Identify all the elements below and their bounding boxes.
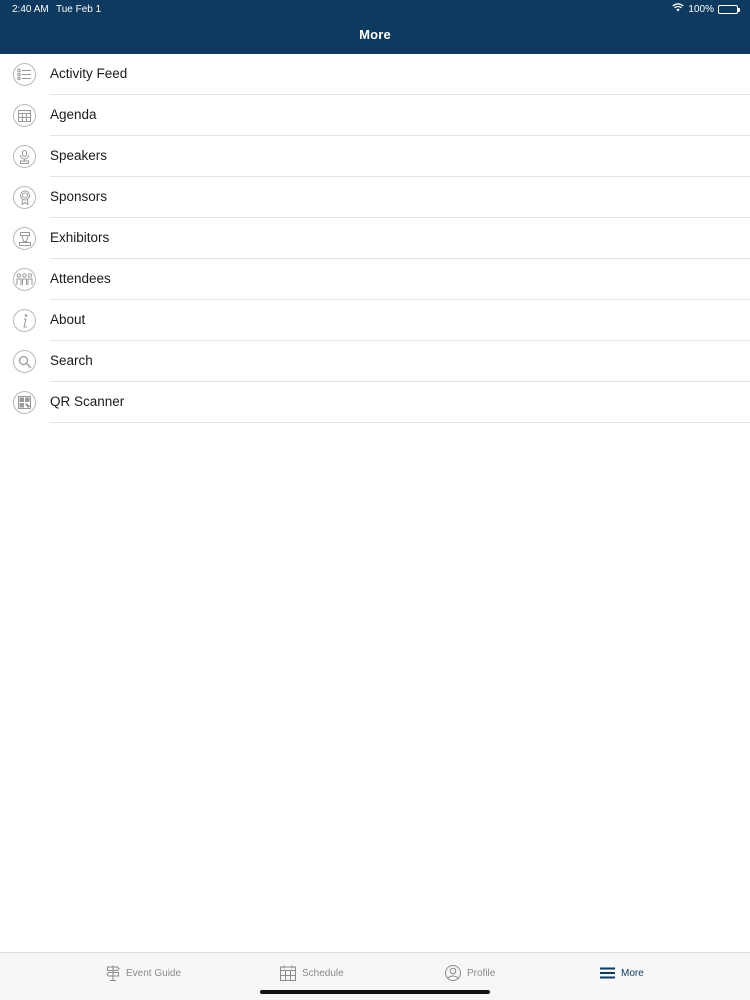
wifi-icon [672, 3, 685, 15]
profile-icon [445, 965, 461, 981]
menu-item-agenda[interactable]: Agenda [0, 95, 750, 136]
search-icon [13, 350, 36, 373]
tab-label: Event Guide [126, 967, 182, 979]
battery-icon [718, 4, 740, 14]
tab-more[interactable]: More [600, 963, 644, 983]
battery-percent: 100% [688, 3, 714, 15]
status-time: 2:40 AM [12, 4, 49, 15]
menu-item-label: Sponsors [50, 189, 108, 204]
tab-event-guide[interactable]: Event Guide [106, 963, 181, 983]
tab-label: Schedule [302, 967, 344, 979]
calendar-icon [280, 965, 296, 981]
hamburger-menu-icon [600, 967, 615, 979]
speaker-icon [13, 145, 36, 168]
menu-item-label: Activity Feed [50, 66, 128, 81]
menu-item-qr-scanner[interactable]: QR Scanner [0, 382, 750, 423]
menu-item-label: Agenda [50, 107, 97, 122]
menu-item-speakers[interactable]: Speakers [0, 136, 750, 177]
calendar-icon [13, 104, 36, 127]
menu-item-about[interactable]: About [0, 300, 750, 341]
tab-label: Profile [467, 967, 496, 979]
menu-item-label: Search [50, 353, 93, 368]
menu-item-exhibitors[interactable]: Exhibitors [0, 218, 750, 259]
menu-item-label: About [50, 312, 86, 327]
info-icon [13, 309, 36, 332]
status-date: Tue Feb 1 [56, 4, 102, 15]
ribbon-award-icon [13, 186, 36, 209]
menu-item-label: Speakers [50, 148, 108, 163]
menu-item-search[interactable]: Search [0, 341, 750, 382]
home-indicator[interactable] [260, 990, 490, 994]
tab-profile[interactable]: Profile [445, 963, 495, 983]
status-bar: 2:40 AM Tue Feb 1 100% [0, 0, 750, 18]
menu-item-label: QR Scanner [50, 394, 125, 409]
status-indicators: 100% [672, 3, 740, 15]
more-menu-list: Activity Feed Agenda Speakers Sponsors E… [0, 54, 750, 423]
activity-feed-icon [13, 63, 36, 86]
menu-item-activity-feed[interactable]: Activity Feed [0, 54, 750, 95]
booth-icon [13, 227, 36, 250]
tab-label: More [621, 967, 644, 979]
menu-item-label: Attendees [50, 271, 111, 286]
people-icon [13, 268, 36, 291]
tab-schedule[interactable]: Schedule [280, 963, 344, 983]
navigation-header: 2:40 AM Tue Feb 1 100% More [0, 0, 750, 54]
divider [50, 422, 750, 423]
qr-code-icon [13, 391, 36, 414]
page-title: More [359, 27, 391, 42]
menu-item-sponsors[interactable]: Sponsors [0, 177, 750, 218]
menu-item-attendees[interactable]: Attendees [0, 259, 750, 300]
signpost-icon [106, 965, 120, 981]
menu-item-label: Exhibitors [50, 230, 110, 245]
